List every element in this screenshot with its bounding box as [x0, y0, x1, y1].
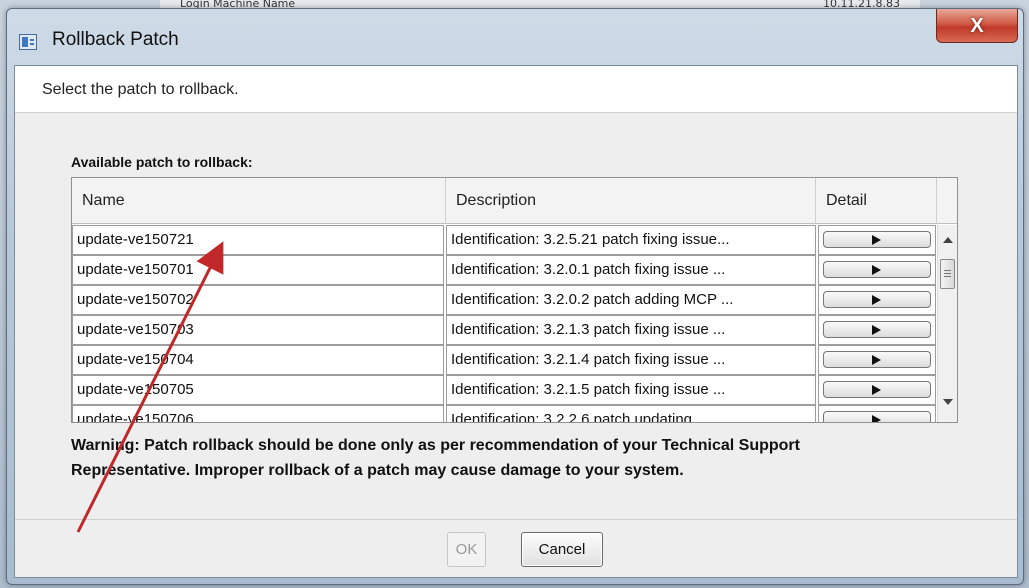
ok-button[interactable]: OK	[447, 532, 486, 567]
detail-button[interactable]	[823, 411, 931, 422]
scroll-up-icon[interactable]	[943, 237, 953, 243]
cell-name[interactable]: update-ve150702	[72, 285, 444, 315]
cell-description[interactable]: Identification: 3.2.1.4 patch fixing iss…	[446, 345, 816, 375]
cell-detail	[818, 255, 936, 285]
table-row[interactable]: update-ve150705 Identification: 3.2.1.5 …	[72, 375, 937, 405]
dialog-title: Rollback Patch	[52, 29, 179, 50]
table-row[interactable]: update-ve150706 Identification: 3.2.2.6 …	[72, 405, 937, 422]
close-button[interactable]: X	[936, 9, 1018, 43]
table-row[interactable]: update-ve150701 Identification: 3.2.0.1 …	[72, 255, 937, 285]
cell-name[interactable]: update-ve150705	[72, 375, 444, 405]
cell-detail	[818, 285, 936, 315]
title-bar[interactable]: Rollback Patch X	[7, 9, 1023, 65]
cell-description[interactable]: Identification: 3.2.0.1 patch fixing iss…	[446, 255, 816, 285]
column-header-name[interactable]: Name	[72, 178, 446, 224]
detail-button[interactable]	[823, 261, 931, 278]
cell-detail	[818, 375, 936, 405]
detail-button[interactable]	[823, 321, 931, 338]
table-body: update-ve150721 Identification: 3.2.5.21…	[72, 225, 937, 422]
detail-button[interactable]	[823, 291, 931, 308]
cell-detail	[818, 405, 936, 422]
dialog-app-icon	[19, 34, 37, 50]
instruction-text: Select the patch to rollback.	[15, 66, 1017, 113]
cell-detail	[818, 345, 936, 375]
cell-description[interactable]: Identification: 3.2.1.3 patch fixing iss…	[446, 315, 816, 345]
column-header-description[interactable]: Description	[446, 178, 816, 224]
cell-detail	[818, 225, 936, 255]
cell-name[interactable]: update-ve150704	[72, 345, 444, 375]
play-icon	[872, 295, 881, 305]
table-row[interactable]: update-ve150721 Identification: 3.2.5.21…	[72, 225, 937, 255]
play-icon	[872, 235, 881, 245]
cancel-button[interactable]: Cancel	[521, 532, 603, 567]
cell-name[interactable]: update-ve150701	[72, 255, 444, 285]
table-row[interactable]: update-ve150703 Identification: 3.2.1.3 …	[72, 315, 937, 345]
section-label: Available patch to rollback:	[71, 154, 253, 170]
patch-table: Name Description Detail update-ve150721 …	[71, 177, 958, 423]
scroll-down-icon[interactable]	[943, 399, 953, 405]
table-row[interactable]: update-ve150702 Identification: 3.2.0.2 …	[72, 285, 937, 315]
table-row[interactable]: update-ve150704 Identification: 3.2.1.4 …	[72, 345, 937, 375]
play-icon	[872, 325, 881, 335]
warning-line-2: Representative. Improper rollback of a p…	[71, 462, 684, 479]
warning-line-1: Warning: Patch rollback should be done o…	[71, 437, 800, 454]
footer-divider	[15, 519, 1017, 520]
warning-message: Warning: Patch rollback should be done o…	[71, 433, 971, 483]
cell-description[interactable]: Identification: 3.2.2.6 patch updating .…	[446, 405, 816, 422]
detail-button[interactable]	[823, 351, 931, 368]
cell-description[interactable]: Identification: 3.2.1.5 patch fixing iss…	[446, 375, 816, 405]
play-icon	[872, 265, 881, 275]
table-header-corner	[937, 178, 957, 224]
cell-name[interactable]: update-ve150703	[72, 315, 444, 345]
detail-button[interactable]	[823, 231, 931, 248]
cell-description[interactable]: Identification: 3.2.5.21 patch fixing is…	[446, 225, 816, 255]
cell-detail	[818, 315, 936, 345]
play-icon	[872, 385, 881, 395]
column-header-detail[interactable]: Detail	[816, 178, 937, 224]
play-icon	[872, 415, 881, 422]
scroll-thumb[interactable]	[940, 259, 955, 289]
table-header: Name Description Detail	[72, 178, 937, 224]
cell-name[interactable]: update-ve150706	[72, 405, 444, 422]
vertical-scrollbar[interactable]	[937, 225, 957, 422]
detail-button[interactable]	[823, 381, 931, 398]
cell-description[interactable]: Identification: 3.2.0.2 patch adding MCP…	[446, 285, 816, 315]
play-icon	[872, 355, 881, 365]
cell-name[interactable]: update-ve150721	[72, 225, 444, 255]
dialog-body: Select the patch to rollback. Available …	[14, 65, 1018, 578]
rollback-patch-dialog: Rollback Patch X Select the patch to rol…	[6, 8, 1024, 585]
